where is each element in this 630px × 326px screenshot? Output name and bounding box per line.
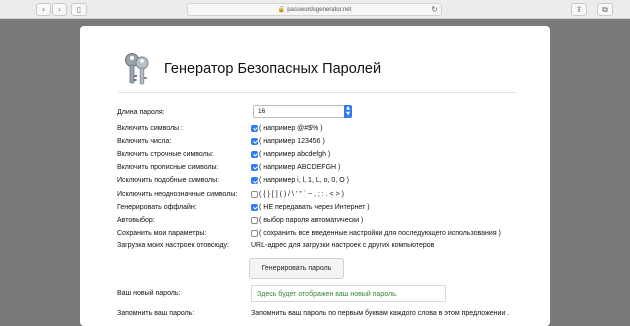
title-divider	[118, 92, 516, 93]
checkbox-exclude-ambiguous[interactable]	[251, 190, 258, 198]
option-value-include-numbers: ( например 123456 )	[251, 135, 325, 148]
forward-button[interactable]: ›	[52, 3, 67, 16]
checkbox-auto-select[interactable]	[251, 216, 258, 224]
length-select[interactable]: 16 ▲ ▼	[253, 105, 352, 118]
checkbox-exclude-similar[interactable]	[251, 177, 258, 185]
load-settings-link[interactable]: URL-адрес для загрузки настроек с других…	[251, 239, 434, 252]
checkbox-save-settings[interactable]	[251, 229, 258, 237]
option-value-auto-select: ( выбор пароля автоматически )	[251, 214, 363, 227]
option-label-auto-select: Автовыбор:	[117, 216, 155, 224]
checkbox-include-symbols[interactable]	[251, 125, 258, 132]
checkbox-include-numbers[interactable]	[251, 138, 258, 146]
option-label-include-lowercase: Включить строчные символы:	[117, 151, 214, 159]
checkbox-include-lowercase[interactable]	[251, 151, 258, 159]
option-value-include-symbols: ( например @#$% )	[251, 122, 323, 135]
length-label: Длина пароля:	[117, 109, 165, 116]
address-bar-url: passwordsgenerator.net	[287, 7, 352, 13]
back-button[interactable]: ‹	[36, 3, 51, 16]
option-hint-exclude-similar: ( например i, l, 1, L, o, 0, O )	[259, 177, 349, 185]
option-hint-include-numbers: ( например 123456 )	[259, 138, 325, 146]
lock-icon: 🔒	[277, 6, 286, 13]
remember-label: Запомнить ваш пароль:	[117, 310, 195, 317]
option-label-include-numbers: Включить числа:	[117, 138, 172, 146]
new-password-label: Ваш новый пароль:	[117, 290, 181, 297]
sidebar-toggle-button[interactable]: ▯	[71, 3, 87, 16]
option-hint-save-settings: ( сохранить все введенные настройки для …	[259, 229, 501, 237]
option-value-exclude-similar: ( например i, l, 1, L, o, 0, O )	[251, 174, 349, 187]
browser-toolbar: ‹ › ▯ 🔒 passwordsgenerator.net ↻ ⇪ ⧉	[0, 0, 630, 19]
checkbox-generate-offline[interactable]	[251, 203, 258, 211]
share-button[interactable]: ⇪	[571, 3, 587, 16]
option-hint-include-symbols: ( например @#$% )	[259, 125, 323, 132]
option-label-exclude-ambiguous: Исключить неоднозначные символы:	[117, 190, 238, 198]
option-value-exclude-ambiguous: ( { } [ ] ( ) / \ ' " ` ~ , ; : . < > )	[251, 188, 344, 201]
option-label-include-uppercase: Включить прописные символы:	[117, 164, 219, 172]
option-label-save-settings: Сохранить мои параметры:	[117, 229, 207, 237]
option-hint-exclude-ambiguous: ( { } [ ] ( ) / \ ' " ` ~ , ; : . < > )	[259, 190, 344, 198]
option-value-save-settings: ( сохранить все введенные настройки для …	[251, 227, 501, 240]
remember-text: Запомнить ваш пароль по первым буквам ка…	[251, 310, 510, 317]
length-select-value: 16	[258, 108, 266, 115]
address-bar[interactable]: 🔒 passwordsgenerator.net ↻	[187, 3, 442, 16]
load-settings-label: Загрузка моих настроек отовсюду:	[117, 242, 229, 249]
checkbox-include-uppercase[interactable]	[251, 164, 258, 172]
reload-icon[interactable]: ↻	[431, 4, 438, 15]
option-value-generate-offline: ( НЕ передавать через Интернет )	[251, 201, 370, 214]
generate-password-button[interactable]: Генерировать пароль	[249, 258, 344, 279]
option-value-include-uppercase: ( например ABCDEFGH )	[251, 161, 340, 174]
option-hint-auto-select: ( выбор пароля автоматически )	[259, 216, 364, 224]
page-content: Генератор Безопасных Паролей Длина парол…	[80, 26, 550, 326]
keys-icon	[125, 53, 149, 85]
option-label-include-symbols: Включить символы :	[117, 125, 183, 132]
option-label-generate-offline: Генерировать оффлайн:	[117, 203, 197, 211]
new-password-field[interactable]: Здесь будет отображен ваш новый пароль.	[251, 285, 446, 302]
option-hint-include-lowercase: ( например abcdefgh )	[259, 151, 331, 159]
option-label-exclude-similar: Исключить подобные символы:	[117, 177, 220, 185]
select-arrows-icon: ▲ ▼	[344, 105, 352, 118]
tab-overview-button[interactable]: ⧉	[597, 3, 613, 16]
option-hint-include-uppercase: ( например ABCDEFGH )	[259, 164, 341, 172]
option-value-include-lowercase: ( например abcdefgh )	[251, 148, 330, 161]
option-hint-generate-offline: ( НЕ передавать через Интернет )	[259, 203, 370, 211]
page-title: Генератор Безопасных Паролей	[164, 61, 382, 77]
